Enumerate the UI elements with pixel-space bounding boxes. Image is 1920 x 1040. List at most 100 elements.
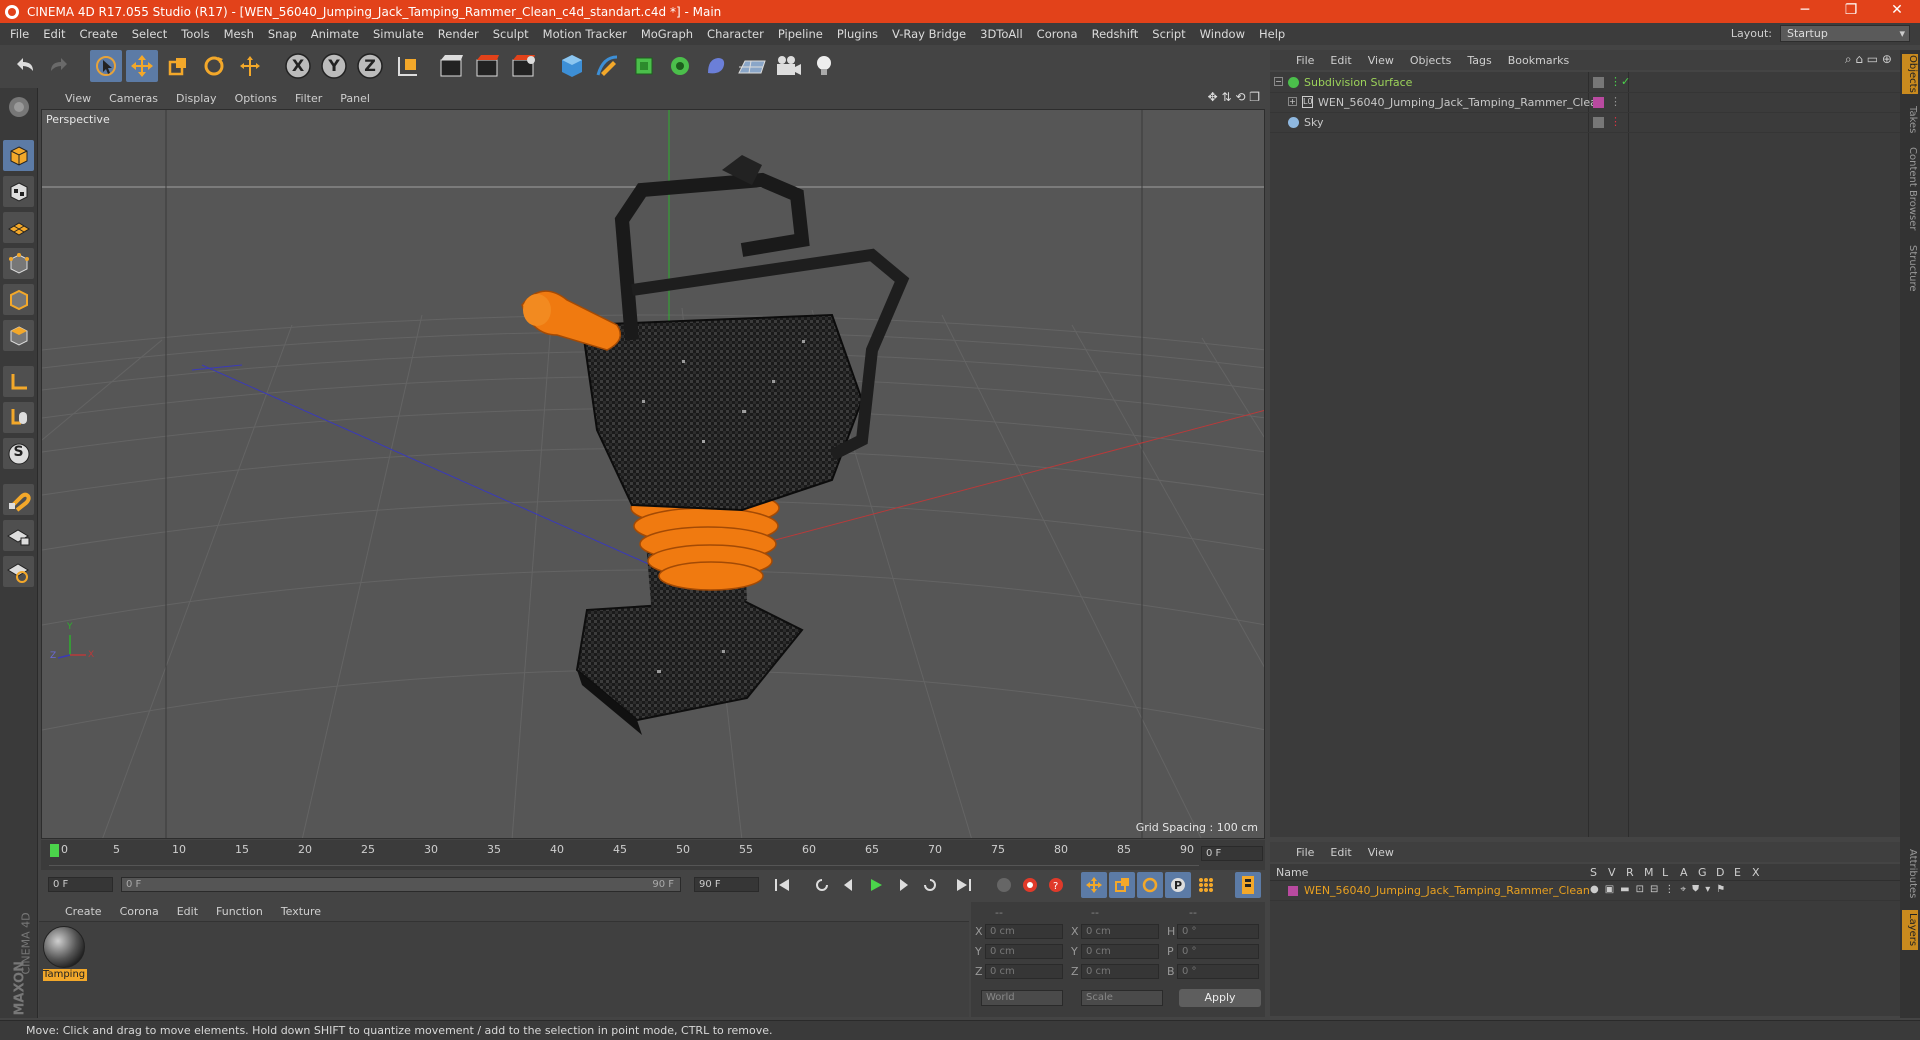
menu-mesh[interactable]: Mesh <box>217 27 261 41</box>
layer-menu-edit[interactable]: Edit <box>1322 846 1359 859</box>
subdivision-surface-icon[interactable] <box>628 50 660 82</box>
make-editable-icon[interactable] <box>3 91 34 122</box>
timeline-playhead[interactable] <box>50 844 59 857</box>
layer-col-xref[interactable]: X <box>1752 866 1760 879</box>
menu-select[interactable]: Select <box>125 27 174 41</box>
layer-menu-file[interactable]: File <box>1270 846 1322 859</box>
material-menu-edit[interactable]: Edit <box>168 905 207 918</box>
autokeying-icon[interactable] <box>1017 872 1043 898</box>
menu-create[interactable]: Create <box>73 27 125 41</box>
viewport-menu-view[interactable]: View <box>39 92 100 105</box>
minimize-button[interactable]: ─ <box>1782 0 1828 23</box>
menu-3dtoall[interactable]: 3DToAll <box>973 27 1030 41</box>
size-x-field[interactable]: 0 cm <box>1081 924 1159 939</box>
object-menu-file[interactable]: File <box>1270 54 1322 67</box>
coordinate-space-dropdown[interactable]: World <box>981 990 1063 1006</box>
key-rotation-icon[interactable] <box>1137 872 1163 898</box>
start-frame-field[interactable]: 0 F <box>48 877 113 892</box>
object-menu-edit[interactable]: Edit <box>1322 54 1359 67</box>
object-manager-tool-icons[interactable]: ⌕ ⌂ ▭ ⊕ <box>1845 52 1892 67</box>
viewport-menu-filter[interactable]: Filter <box>286 92 331 105</box>
key-point-level-icon[interactable] <box>1193 872 1219 898</box>
record-keys-icon[interactable] <box>991 872 1017 898</box>
next-key-icon[interactable] <box>917 872 943 898</box>
layer-col-render[interactable]: R <box>1626 866 1634 879</box>
menu-corona[interactable]: Corona <box>1030 27 1085 41</box>
layer-col-deformers[interactable]: D <box>1716 866 1724 879</box>
menu-render[interactable]: Render <box>431 27 486 41</box>
expand-toggle-icon[interactable]: − <box>1274 77 1283 86</box>
3d-viewport[interactable]: Perspective Y X Z Grid Spacing : 100 cm <box>41 109 1265 839</box>
go-to-start-icon[interactable] <box>769 872 795 898</box>
layer-col-manager[interactable]: M <box>1644 866 1654 879</box>
object-menu-view[interactable]: View <box>1360 54 1402 67</box>
menu-pipeline[interactable]: Pipeline <box>771 27 830 41</box>
rotation-b-field[interactable]: 0 ° <box>1177 964 1259 979</box>
layer-col-expressions[interactable]: E <box>1734 866 1741 879</box>
size-z-field[interactable]: 0 cm <box>1081 964 1159 979</box>
object-menu-tags[interactable]: Tags <box>1459 54 1499 67</box>
planar-workplane-icon[interactable] <box>3 556 34 587</box>
apply-button[interactable]: Apply <box>1179 989 1261 1007</box>
tab-structure[interactable]: Structure <box>1902 240 1918 296</box>
position-z-field[interactable]: 0 cm <box>985 964 1063 979</box>
layer-col-animation[interactable]: A <box>1680 866 1688 879</box>
layer-menu-view[interactable]: View <box>1360 846 1402 859</box>
edges-mode-icon[interactable] <box>3 284 34 315</box>
object-row[interactable]: − Subdivision Surface ⋮✓ <box>1270 74 1900 93</box>
current-frame-field[interactable]: 0 F <box>1201 846 1263 861</box>
size-mode-dropdown[interactable]: Scale <box>1081 990 1163 1006</box>
tab-content-browser[interactable]: Content Browser <box>1902 146 1918 232</box>
enabled-check-icon[interactable]: ⋮✓ <box>1610 75 1630 88</box>
timeline-window-icon[interactable] <box>1235 872 1261 898</box>
layer-col-view[interactable]: V <box>1608 866 1616 879</box>
layer-col-generators[interactable]: G <box>1698 866 1707 879</box>
rotate-tool-icon[interactable] <box>198 50 230 82</box>
tab-layers[interactable]: Layers <box>1902 910 1918 950</box>
visibility-dots-icon[interactable]: ⋮ <box>1610 95 1621 108</box>
viewport-menu-cameras[interactable]: Cameras <box>100 92 167 105</box>
keyframe-selection-icon[interactable]: ? <box>1043 872 1069 898</box>
frame-range-slider[interactable]: 0 F 90 F <box>121 877 681 892</box>
layer-toggle-icons[interactable]: ●▣▬⊡⊟⋮⌖⛊▾⚑ <box>1590 884 1731 895</box>
tweak-mode-icon[interactable] <box>3 402 34 433</box>
key-parameter-icon[interactable]: P <box>1165 872 1191 898</box>
menu-snap[interactable]: Snap <box>261 27 304 41</box>
material-menu-create[interactable]: Create <box>39 905 111 918</box>
material-menu-corona[interactable]: Corona <box>111 905 168 918</box>
menu-vray-bridge[interactable]: V-Ray Bridge <box>885 27 973 41</box>
menu-edit[interactable]: Edit <box>36 27 72 41</box>
layer-col-solo[interactable]: S <box>1590 866 1597 879</box>
lock-workplane-icon[interactable] <box>3 520 34 551</box>
rotation-h-field[interactable]: 0 ° <box>1177 924 1259 939</box>
polygons-mode-icon[interactable] <box>3 320 34 351</box>
close-button[interactable]: ✕ <box>1874 0 1920 23</box>
enable-axis-icon[interactable] <box>3 366 34 397</box>
snapping-icon[interactable]: S <box>3 438 34 469</box>
undo-icon[interactable] <box>8 50 40 82</box>
menu-mograph[interactable]: MoGraph <box>634 27 700 41</box>
end-frame-field[interactable]: 90 F <box>694 877 759 892</box>
tab-attributes[interactable]: Attributes <box>1902 842 1918 906</box>
object-menu-objects[interactable]: Objects <box>1402 54 1460 67</box>
object-row[interactable]: Sky ⋮ <box>1270 114 1900 133</box>
move-tool-icon[interactable] <box>126 50 158 82</box>
lock-x-axis-button[interactable]: X <box>282 50 314 82</box>
material-swatch[interactable]: Tamping <box>43 926 87 984</box>
go-to-end-icon[interactable] <box>951 872 977 898</box>
deformer-icon[interactable] <box>700 50 732 82</box>
key-position-icon[interactable] <box>1081 872 1107 898</box>
previous-key-icon[interactable] <box>809 872 835 898</box>
lock-z-axis-button[interactable]: Z <box>354 50 386 82</box>
spline-pen-icon[interactable] <box>592 50 624 82</box>
workplane-mode-icon[interactable] <box>3 212 34 243</box>
size-y-field[interactable]: 0 cm <box>1081 944 1159 959</box>
menu-window[interactable]: Window <box>1193 27 1252 41</box>
next-frame-icon[interactable] <box>890 872 916 898</box>
model-mode-icon[interactable] <box>3 140 34 171</box>
layer-col-locked[interactable]: L <box>1662 866 1668 879</box>
render-settings-icon[interactable] <box>508 50 540 82</box>
menu-plugins[interactable]: Plugins <box>830 27 885 41</box>
menu-tools[interactable]: Tools <box>174 27 216 41</box>
scale-tool-icon[interactable] <box>162 50 194 82</box>
